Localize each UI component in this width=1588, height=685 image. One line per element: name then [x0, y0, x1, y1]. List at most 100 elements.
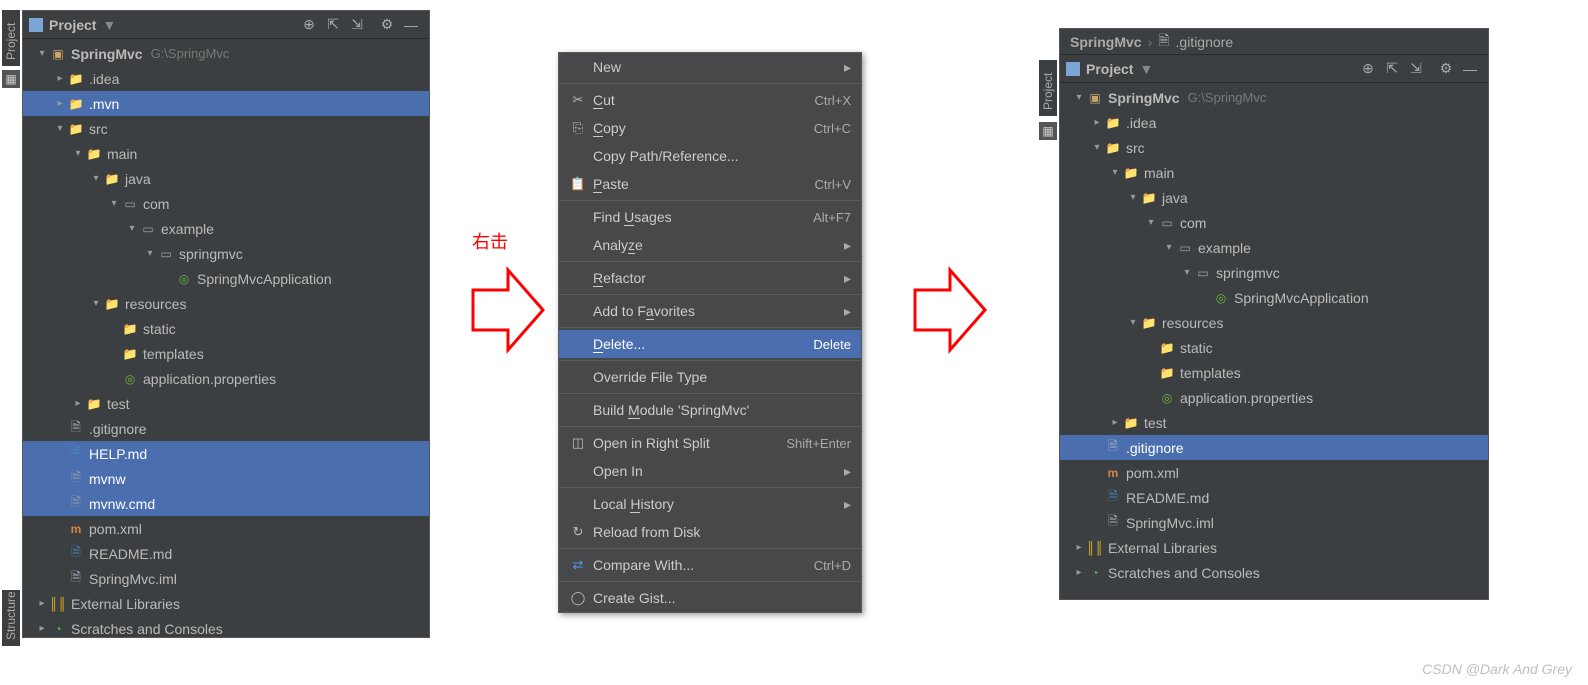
sidebar-icon[interactable]: ▦	[1039, 122, 1057, 140]
tree-pom[interactable]: mpom.xml	[23, 516, 429, 541]
tree-app-class[interactable]: ◎SpringMvcApplication	[23, 266, 429, 291]
tree-main[interactable]: ▾📁main	[23, 141, 429, 166]
tree-readme[interactable]: 🗎README.md	[1060, 485, 1488, 510]
tree-extlib[interactable]: ▸║║External Libraries	[1060, 535, 1488, 560]
menu-override[interactable]: Override File Type	[559, 363, 861, 391]
tree-help[interactable]: 🗎HELP.md	[23, 441, 429, 466]
submenu-icon: ▸	[844, 496, 851, 513]
arrow-right-1	[468, 260, 548, 360]
tree-appprops[interactable]: ◎application.properties	[23, 366, 429, 391]
breadcrumb-root[interactable]: SpringMvc	[1070, 34, 1142, 50]
tree-mvnw[interactable]: 🗎mvnw	[23, 466, 429, 491]
tree-src[interactable]: ▾📁src	[1060, 135, 1488, 160]
menu-findusages[interactable]: Find UsagesAlt+F7	[559, 203, 861, 231]
tree-pom[interactable]: mpom.xml	[1060, 460, 1488, 485]
tree-mvnwcmd[interactable]: 🗎mvnw.cmd	[23, 491, 429, 516]
menu-openin[interactable]: Open In▸	[559, 457, 861, 485]
tree-templates[interactable]: 📁templates	[1060, 360, 1488, 385]
copy-icon: ⎘	[569, 120, 587, 136]
expand-all-icon[interactable]: ⇱	[1381, 58, 1403, 80]
sidebar-tab-project[interactable]: Project	[2, 10, 20, 66]
menu-paste[interactable]: 📋PasteCtrl+V	[559, 170, 861, 198]
tree-root[interactable]: ▾▣SpringMvcG:\SpringMvc	[1060, 85, 1488, 110]
tree-com[interactable]: ▾▭com	[1060, 210, 1488, 235]
tree-java[interactable]: ▾📁java	[1060, 185, 1488, 210]
collapse-all-icon[interactable]: ⇲	[346, 14, 368, 36]
tree-static[interactable]: 📁static	[23, 316, 429, 341]
menu-separator	[559, 83, 861, 84]
project-tree: ▾▣SpringMvcG:\SpringMvc ▸📁.idea ▸📁.mvn ▾…	[23, 39, 429, 643]
breadcrumb-file[interactable]: .gitignore	[1176, 34, 1234, 50]
expand-all-icon[interactable]: ⇱	[322, 14, 344, 36]
menu-rightsplit[interactable]: ◫Open in Right SplitShift+Enter	[559, 429, 861, 457]
folder-icon: 📁	[67, 121, 85, 137]
menu-localhistory[interactable]: Local History▸	[559, 490, 861, 518]
libraries-icon: ║║	[49, 596, 67, 612]
tree-java[interactable]: ▾📁java	[23, 166, 429, 191]
menu-refactor[interactable]: Refactor▸	[559, 264, 861, 292]
hide-icon[interactable]: —	[400, 14, 422, 36]
sidebar-icon[interactable]: ▦	[2, 70, 20, 88]
tree-mvn[interactable]: ▸📁.mvn	[23, 91, 429, 116]
menu-reload[interactable]: ↻Reload from Disk	[559, 518, 861, 546]
tree-resources[interactable]: ▾📁resources	[23, 291, 429, 316]
menu-copy[interactable]: ⎘CopyCtrl+C	[559, 114, 861, 142]
tree-example[interactable]: ▾▭example	[23, 216, 429, 241]
tree-appprops[interactable]: ◎application.properties	[1060, 385, 1488, 410]
menu-copypath[interactable]: Copy Path/Reference...	[559, 142, 861, 170]
menu-cut[interactable]: ✂CutCtrl+X	[559, 86, 861, 114]
locate-icon[interactable]: ⊕	[1357, 58, 1379, 80]
tree-test[interactable]: ▸📁test	[1060, 410, 1488, 435]
split-icon: ◫	[569, 435, 587, 451]
tree-resources[interactable]: ▾📁resources	[1060, 310, 1488, 335]
hide-icon[interactable]: —	[1459, 58, 1481, 80]
menu-favorites[interactable]: Add to Favorites▸	[559, 297, 861, 325]
tree-test[interactable]: ▸📁test	[23, 391, 429, 416]
dropdown-icon[interactable]: ▼	[1139, 61, 1153, 77]
tree-iml[interactable]: 🗎SpringMvc.iml	[23, 566, 429, 591]
gear-icon[interactable]: ⚙	[1435, 58, 1457, 80]
tree-iml[interactable]: 🗎SpringMvc.iml	[1060, 510, 1488, 535]
tree-gitignore[interactable]: 🗎.gitignore	[1060, 435, 1488, 460]
menu-new[interactable]: New▸	[559, 53, 861, 81]
gear-icon[interactable]: ⚙	[376, 14, 398, 36]
panel-title: Project	[49, 17, 96, 33]
tree-app-class[interactable]: ◎SpringMvcApplication	[1060, 285, 1488, 310]
spring-boot-icon: ◎	[175, 271, 193, 287]
menu-delete[interactable]: Delete...Delete	[559, 330, 861, 358]
tree-templates[interactable]: 📁templates	[23, 341, 429, 366]
collapse-all-icon[interactable]: ⇲	[1405, 58, 1427, 80]
sidebar-tab-structure[interactable]: Structure	[2, 590, 20, 646]
tree-springmvc[interactable]: ▾▭springmvc	[23, 241, 429, 266]
tree-main[interactable]: ▾📁main	[1060, 160, 1488, 185]
menu-build[interactable]: Build Module 'SpringMvc'	[559, 396, 861, 424]
sidebar-tab-project-2[interactable]: Project	[1039, 60, 1057, 116]
tree-scratches[interactable]: ▸◔Scratches and Consoles	[1060, 560, 1488, 585]
tree-src[interactable]: ▾📁src	[23, 116, 429, 141]
project-view-icon	[1066, 62, 1080, 76]
submenu-icon: ▸	[844, 463, 851, 480]
tree-root[interactable]: ▾▣SpringMvcG:\SpringMvc	[23, 41, 429, 66]
dropdown-icon[interactable]: ▼	[102, 17, 116, 33]
submenu-icon: ▸	[844, 270, 851, 287]
tree-static[interactable]: 📁static	[1060, 335, 1488, 360]
menu-compare[interactable]: ⇄Compare With...Ctrl+D	[559, 551, 861, 579]
tree-com[interactable]: ▾▭com	[23, 191, 429, 216]
tree-example[interactable]: ▾▭example	[1060, 235, 1488, 260]
maven-icon: m	[1104, 465, 1122, 481]
menu-separator	[559, 261, 861, 262]
tree-idea[interactable]: ▸📁.idea	[23, 66, 429, 91]
menu-analyze[interactable]: Analyze▸	[559, 231, 861, 259]
tree-gitignore[interactable]: 🗎.gitignore	[23, 416, 429, 441]
reload-icon: ↻	[569, 524, 587, 540]
gitignore-icon: 🗎	[67, 421, 85, 437]
menu-separator	[559, 548, 861, 549]
tree-readme[interactable]: 🗎README.md	[23, 541, 429, 566]
tree-extlib[interactable]: ▸║║External Libraries	[23, 591, 429, 616]
menu-gist[interactable]: ◯Create Gist...	[559, 584, 861, 612]
tree-idea[interactable]: ▸📁.idea	[1060, 110, 1488, 135]
tree-scratches[interactable]: ▸◔Scratches and Consoles	[23, 616, 429, 641]
gitignore-icon: 🗎	[1158, 30, 1169, 54]
locate-icon[interactable]: ⊕	[298, 14, 320, 36]
tree-springmvc[interactable]: ▾▭springmvc	[1060, 260, 1488, 285]
